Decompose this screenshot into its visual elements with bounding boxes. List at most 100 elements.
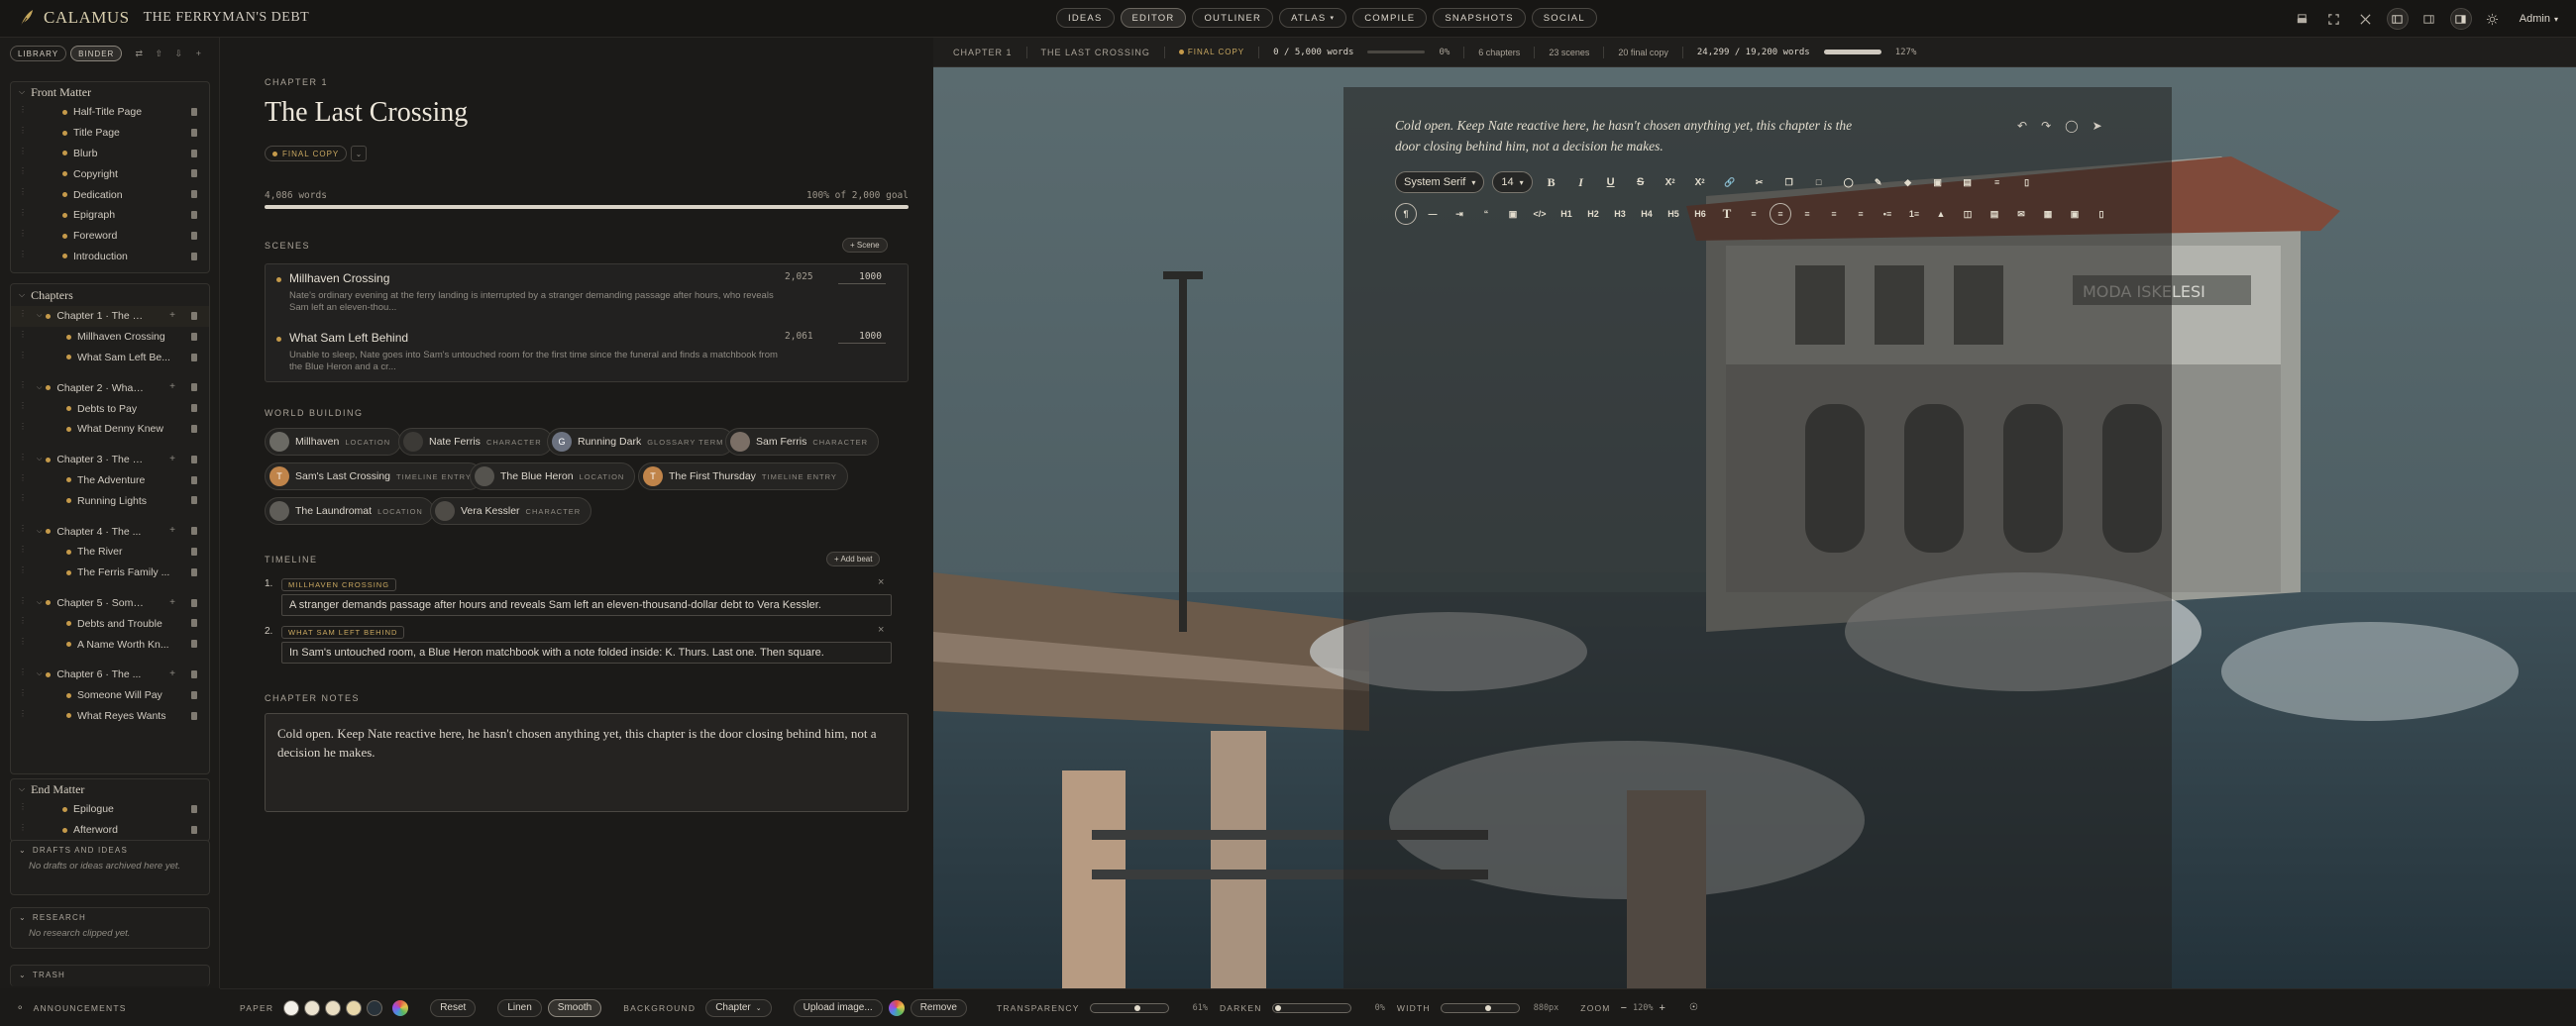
smooth-button[interactable]: Smooth	[547, 998, 602, 1017]
nav-atlas[interactable]: ATLAS ▾	[1279, 8, 1347, 28]
world-entry-chip[interactable]: T Sam's Last Crossing TIMELINE ENTRY	[265, 462, 483, 490]
chapter-item[interactable]: ⋮ ⌵ Chapter 2 · What... +	[11, 377, 209, 398]
upload-icon[interactable]: ⇧	[152, 47, 165, 60]
redo-icon[interactable]: ↷	[2041, 119, 2051, 133]
slider-knob[interactable]	[1484, 1004, 1491, 1011]
heading-2-icon[interactable]: H2	[1582, 203, 1604, 225]
nav-ideas[interactable]: IDEAS	[1056, 8, 1115, 28]
highlighter-icon[interactable]: ✎	[1868, 171, 1889, 193]
split-panel-icon[interactable]	[2418, 8, 2440, 30]
scene-item[interactable]: ⋮ Debts to Pay	[11, 398, 209, 419]
paper-color-swatch[interactable]	[367, 999, 383, 1016]
nav-editor[interactable]: EDITOR	[1120, 8, 1187, 28]
bullet-list-icon[interactable]: •≡	[1877, 203, 1898, 225]
chevron-down-icon[interactable]: ⌵	[37, 528, 42, 536]
trash-icon[interactable]	[191, 231, 197, 240]
picture-icon[interactable]: ▣	[2064, 203, 2086, 225]
trash-icon[interactable]	[191, 312, 197, 320]
binder-item[interactable]: ⋮ Copyright	[11, 163, 209, 184]
binder-item[interactable]: ⋮ Half-Title Page	[11, 102, 209, 123]
code-icon[interactable]: </>	[1529, 203, 1551, 225]
undo-icon[interactable]: ↶	[2017, 119, 2027, 133]
print-icon[interactable]	[2292, 8, 2313, 30]
heading-6-icon[interactable]: H6	[1689, 203, 1711, 225]
trash-icon[interactable]	[191, 527, 197, 536]
drag-handle[interactable]: ⋮	[19, 803, 27, 814]
drag-handle[interactable]: ⋮	[19, 667, 27, 679]
announcements-link[interactable]: ⚬ ANNOUNCEMENTS	[0, 990, 220, 1026]
drag-handle[interactable]: ⋮	[19, 823, 27, 835]
app-logo[interactable]: CALAMUS THE FERRYMAN'S DEBT	[18, 8, 309, 28]
drag-handle[interactable]: ⋮	[19, 422, 27, 434]
chapter-title[interactable]: The Last Crossing	[265, 97, 468, 129]
drag-handle[interactable]: ⋮	[19, 167, 27, 178]
indent-icon[interactable]: ⇥	[1449, 203, 1470, 225]
heading-3-icon[interactable]: H3	[1609, 203, 1631, 225]
beat-text-input[interactable]: A stranger demands passage after hours a…	[281, 594, 892, 616]
paper-color-swatch[interactable]	[325, 999, 342, 1016]
heading-4-icon[interactable]: H4	[1636, 203, 1658, 225]
slider-knob[interactable]	[1134, 1004, 1141, 1011]
world-entry-chip[interactable]: G Running Dark GLOSSARY TERM	[547, 428, 735, 456]
drag-handle[interactable]: ⋮	[19, 494, 27, 505]
chat-icon[interactable]: ◫	[1957, 203, 1979, 225]
add-scene-icon[interactable]: +	[169, 597, 175, 608]
drag-handle[interactable]: ⋮	[19, 638, 27, 649]
focus-mode-icon[interactable]	[2355, 8, 2377, 30]
chevron-down-icon[interactable]: ⌵	[37, 384, 42, 392]
quote-icon[interactable]: “	[1475, 203, 1497, 225]
chapter-item[interactable]: ⋮ ⌵ Chapter 3 · The F... +	[11, 450, 209, 470]
trash-icon[interactable]	[191, 128, 197, 137]
drag-handle[interactable]: ⋮	[19, 545, 27, 557]
drag-handle[interactable]: ⋮	[19, 617, 27, 628]
align-left-active-icon[interactable]: ≡	[1770, 203, 1791, 225]
scene-item[interactable]: ⋮ What Reyes Wants	[11, 706, 209, 727]
fullscreen-icon[interactable]	[2323, 8, 2345, 30]
drag-handle[interactable]: ⋮	[19, 596, 27, 608]
trash-icon[interactable]	[191, 669, 197, 678]
mobile-icon[interactable]: ▯	[2091, 203, 2112, 225]
beat-text-input[interactable]: In Sam's untouched room, a Blue Heron ma…	[281, 642, 892, 664]
binder-item[interactable]: ⋮ Foreword	[11, 226, 209, 247]
trash-icon[interactable]	[191, 567, 197, 576]
collapse-icon[interactable]: ⇄	[132, 47, 146, 60]
calendar-icon[interactable]: ▦	[2037, 203, 2059, 225]
user-menu[interactable]: Admin ▾	[2520, 13, 2558, 25]
drag-handle[interactable]: ⋮	[19, 565, 27, 577]
remove-background-button[interactable]: Remove	[910, 998, 967, 1017]
editor-text[interactable]: Cold open. Keep Nate reactive here, he h…	[1395, 115, 1871, 156]
world-entry-chip[interactable]: Nate Ferris CHARACTER	[398, 428, 553, 456]
underline-icon[interactable]: U	[1600, 171, 1622, 193]
image-icon[interactable]: ▣	[1502, 203, 1524, 225]
scene-item[interactable]: ⋮ Millhaven Crossing	[11, 327, 209, 348]
slider-knob[interactable]	[1274, 1004, 1281, 1011]
chevron-down-icon[interactable]: ⌵	[37, 670, 42, 678]
drag-handle[interactable]: ⋮	[19, 188, 27, 199]
add-scene-button[interactable]: + Scene	[842, 238, 888, 253]
scene-goal-input[interactable]: 1000	[838, 329, 886, 344]
add-scene-icon[interactable]: +	[169, 668, 175, 679]
binder-item[interactable]: ⋮ Title Page	[11, 123, 209, 144]
tag-icon[interactable]: ◆	[1897, 171, 1919, 193]
status-dropdown-button[interactable]: ⌄	[351, 146, 367, 161]
binder-item[interactable]: ⋮ Blurb	[11, 144, 209, 164]
chapter-item[interactable]: ⋮ ⌵ Chapter 5 · Some... +	[11, 593, 209, 614]
binder-item[interactable]: ⋮ Epigraph	[11, 205, 209, 226]
binder-item[interactable]: ⋮ Dedication	[11, 184, 209, 205]
align-center-icon[interactable]: ≡	[1796, 203, 1818, 225]
chevron-down-icon[interactable]: ⌄	[19, 846, 27, 855]
document-icon[interactable]: ▤	[1984, 203, 2005, 225]
color-wheel-icon[interactable]	[392, 999, 409, 1016]
end-matter-header[interactable]: ⌵ End Matter	[11, 779, 209, 799]
nav-compile[interactable]: COMPILE	[1352, 8, 1428, 28]
heading-5-icon[interactable]: H5	[1663, 203, 1684, 225]
binder-item[interactable]: ⋮ Introduction	[11, 247, 209, 267]
mail-icon[interactable]: ✉	[2010, 203, 2032, 225]
color-wheel-icon[interactable]	[888, 999, 905, 1016]
transparency-slider[interactable]	[1089, 1002, 1169, 1013]
text-style-icon[interactable]: T	[1716, 203, 1738, 225]
align-justify-icon[interactable]: ≡	[1850, 203, 1872, 225]
chevron-down-icon[interactable]: ⌵	[37, 599, 42, 607]
settings-sliders-icon[interactable]: ≡	[1986, 171, 2008, 193]
horizontal-rule-icon[interactable]: —	[1422, 203, 1444, 225]
